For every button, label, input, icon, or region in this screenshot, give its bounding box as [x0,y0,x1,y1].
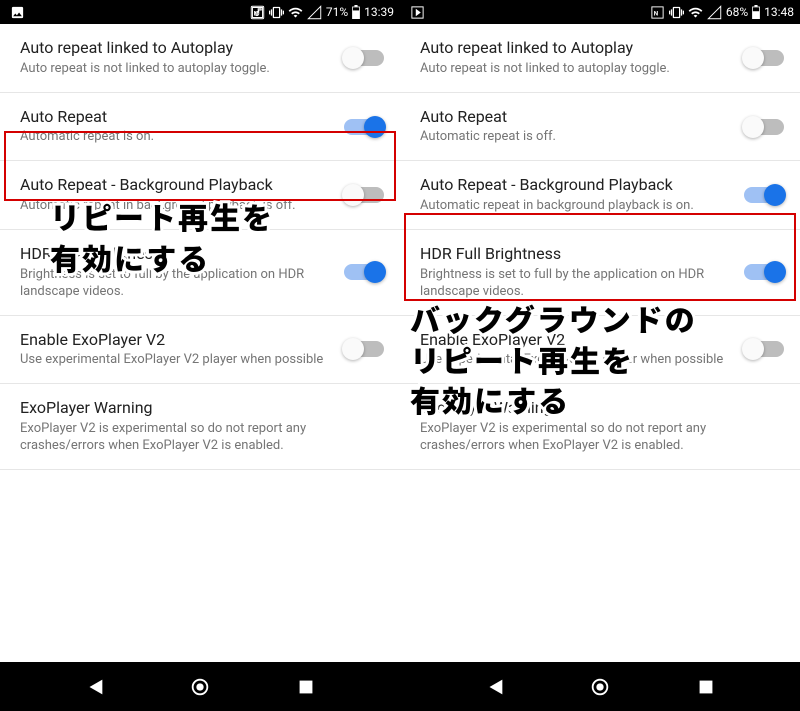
battery-icon [752,5,760,19]
signal-icon [307,5,322,20]
row-title: Auto Repeat [20,107,332,128]
row-auto-repeat[interactable]: Auto Repeat Automatic repeat is off. [400,93,800,162]
row-title: Auto Repeat [420,107,732,128]
svg-text:N: N [254,9,259,17]
row-hdr[interactable]: HDR Full Brightness Brightness is set to… [0,230,400,316]
battery-text: 71% [326,5,348,19]
row-subtitle: Auto repeat is not linked to autoplay to… [420,61,732,78]
clock-text: 13:39 [364,5,394,19]
vibrate-icon [669,5,684,20]
recent-button[interactable] [295,676,317,698]
row-exoplayer-warning: ExoPlayer Warning ExoPlayer V2 is experi… [0,384,400,470]
home-button[interactable] [589,676,611,698]
row-title: Enable ExoPlayer V2 [20,330,332,351]
back-button[interactable] [84,676,106,698]
row-title: Auto repeat linked to Autoplay [420,38,732,59]
youtube-icon [410,5,425,20]
toggle-exoplayer[interactable] [744,341,784,357]
row-subtitle: Brightness is set to full by the applica… [420,267,732,301]
status-bar: N 68% 13:48 [400,0,800,24]
row-exoplayer-warning: ExoPlayer Warning ExoPlayer V2 is experi… [400,384,800,470]
toggle-autoplay-link[interactable] [744,50,784,66]
row-subtitle: Automatic repeat in background playback … [20,198,332,215]
row-bg-playback[interactable]: Auto Repeat - Background Playback Automa… [0,161,400,230]
battery-icon [352,5,360,19]
nfc-icon: N [650,5,665,20]
row-subtitle: Automatic repeat is off. [420,129,732,146]
row-title: ExoPlayer Warning [420,398,784,419]
nfc-icon: N [250,5,265,20]
row-subtitle: Automatic repeat in background playback … [420,198,732,215]
row-auto-repeat[interactable]: Auto Repeat Automatic repeat is on. [0,93,400,162]
image-icon [10,5,25,20]
screen-right: N 68% 13:48 Auto repeat linked to Autopl… [400,0,800,662]
home-button[interactable] [189,676,211,698]
row-title: Auto Repeat - Background Playback [20,175,332,196]
row-autoplay-link[interactable]: Auto repeat linked to Autoplay Auto repe… [0,24,400,93]
row-subtitle: ExoPlayer V2 is experimental so do not r… [420,421,784,455]
row-bg-playback[interactable]: Auto Repeat - Background Playback Automa… [400,161,800,230]
wifi-icon [688,5,703,20]
row-exoplayer[interactable]: Enable ExoPlayer V2 Use experimental Exo… [400,316,800,385]
row-title: ExoPlayer Warning [20,398,384,419]
clock-text: 13:48 [764,5,794,19]
toggle-hdr[interactable] [344,264,384,280]
wifi-icon [288,5,303,20]
toggle-auto-repeat[interactable] [344,119,384,135]
row-title: HDR Full Brightness [420,244,732,265]
toggle-auto-repeat[interactable] [744,119,784,135]
signal-icon [707,5,722,20]
row-exoplayer[interactable]: Enable ExoPlayer V2 Use experimental Exo… [0,316,400,385]
row-autoplay-link[interactable]: Auto repeat linked to Autoplay Auto repe… [400,24,800,93]
row-subtitle: Use experimental ExoPlayer V2 player whe… [20,352,332,369]
toggle-bg-playback[interactable] [744,187,784,203]
row-title: HDR Full Brightness [20,244,332,265]
recent-button[interactable] [695,676,717,698]
row-title: Auto Repeat - Background Playback [420,175,732,196]
back-button[interactable] [484,676,506,698]
battery-text: 68% [726,5,748,19]
toggle-exoplayer[interactable] [344,341,384,357]
row-subtitle: Use experimental ExoPlayer V2 player whe… [420,352,732,369]
row-title: Enable ExoPlayer V2 [420,330,732,351]
row-subtitle: ExoPlayer V2 is experimental so do not r… [20,421,384,455]
toggle-autoplay-link[interactable] [344,50,384,66]
toggle-bg-playback[interactable] [344,187,384,203]
row-title: Auto repeat linked to Autoplay [20,38,332,59]
nav-bar [0,662,800,711]
row-subtitle: Automatic repeat is on. [20,129,332,146]
row-subtitle: Auto repeat is not linked to autoplay to… [20,61,332,78]
vibrate-icon [269,5,284,20]
screen-left: N 71% 13:39 Auto repeat linked to Autopl… [0,0,400,662]
toggle-hdr[interactable] [744,264,784,280]
status-bar: N 71% 13:39 [0,0,400,24]
row-hdr[interactable]: HDR Full Brightness Brightness is set to… [400,230,800,316]
row-subtitle: Brightness is set to full by the applica… [20,267,332,301]
svg-text:N: N [654,9,659,17]
